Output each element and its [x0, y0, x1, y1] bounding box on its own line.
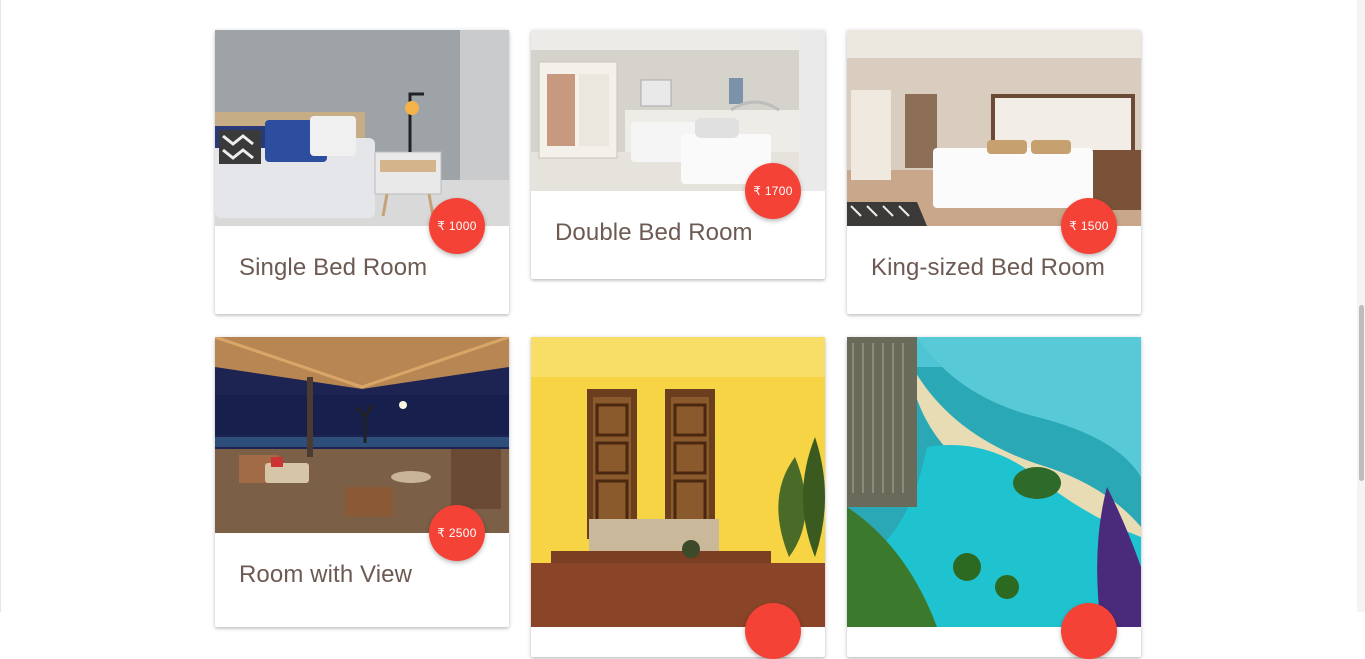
- room-title: Single Bed Room: [239, 254, 428, 281]
- scrollbar-thumb[interactable]: [1359, 305, 1364, 481]
- room-image-single-bed: [215, 30, 509, 226]
- price-badge[interactable]: ₹ 1500: [1061, 198, 1117, 254]
- scrollbar-track[interactable]: [1357, 0, 1365, 612]
- price-badge[interactable]: ₹ 2500: [429, 505, 485, 561]
- price-badge[interactable]: ₹ 1700: [745, 163, 801, 219]
- price-badge[interactable]: ₹ 1000: [429, 198, 485, 254]
- room-title: Double Bed Room: [555, 219, 753, 246]
- page-left-edge: [0, 0, 1, 612]
- room-card-single-bed[interactable]: ₹ 1000 Single Bed Room: [215, 30, 509, 314]
- room-image-beach: [847, 337, 1141, 627]
- price-badge[interactable]: [745, 603, 801, 659]
- room-title: Room with View: [239, 561, 413, 588]
- room-title: King-sized Bed Room: [871, 254, 1106, 281]
- room-card-king-bed[interactable]: ₹ 1500 King-sized Bed Room: [847, 30, 1141, 314]
- room-image-view: [215, 337, 509, 533]
- room-card-double-bed[interactable]: ₹ 1700 Double Bed Room: [531, 30, 825, 279]
- room-image-yellow: [531, 337, 825, 627]
- room-card-view[interactable]: ₹ 2500 Room with View: [215, 337, 509, 627]
- room-image-king-bed: [847, 30, 1141, 226]
- room-card-beach[interactable]: [847, 337, 1141, 659]
- room-card-yellow[interactable]: [531, 337, 825, 659]
- price-badge[interactable]: [1061, 603, 1117, 659]
